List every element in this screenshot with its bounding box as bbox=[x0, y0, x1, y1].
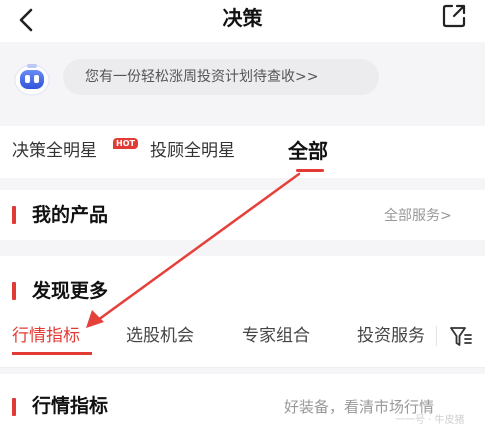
subtab-stock-picking[interactable]: 选股机会 bbox=[126, 324, 194, 348]
section-accent-bar bbox=[12, 398, 16, 416]
section-accent-bar bbox=[12, 282, 16, 300]
active-subtab-indicator bbox=[12, 352, 92, 355]
robot-avatar-icon bbox=[12, 58, 52, 98]
subtab-market-indicators[interactable]: 行情指标 bbox=[12, 324, 80, 348]
discover-more-section: 发现更多 行情指标 选股机会 专家组合 投资服务 bbox=[0, 256, 485, 368]
page-title: 决策 bbox=[222, 6, 263, 30]
active-tab-indicator bbox=[296, 169, 324, 172]
subtab-bottom-border bbox=[0, 367, 485, 368]
section-accent-bar bbox=[12, 206, 16, 224]
section-title-discover-more: 发现更多 bbox=[32, 280, 109, 302]
subtab-investment-service[interactable]: 投资服务 bbox=[357, 324, 434, 348]
section-title-market-indicators: 行情指标 bbox=[32, 395, 109, 417]
section-title-my-products: 我的产品 bbox=[32, 204, 109, 226]
tab-advisor-all-stars[interactable]: 投顾全明星 bbox=[150, 138, 235, 164]
back-arrow-icon[interactable] bbox=[14, 6, 42, 34]
all-services-link[interactable]: 全部服务> bbox=[384, 206, 452, 226]
subtab-divider bbox=[436, 326, 437, 346]
tab-decision-all-stars[interactable]: 决策全明星 bbox=[12, 138, 97, 164]
tab-all[interactable]: 全部 bbox=[288, 138, 328, 164]
promo-message-button[interactable]: 您有一份轻松涨周投资计划待查收>> bbox=[63, 59, 379, 95]
my-products-section: 我的产品 全部服务> bbox=[0, 190, 485, 240]
category-tabs: 决策全明星 HOT 投顾全明星 全部 bbox=[0, 126, 485, 178]
promo-banner: 您有一份轻松涨周投资计划待查收>> bbox=[0, 42, 485, 120]
top-bar: 决策 bbox=[0, 0, 485, 42]
promo-message-text: 您有一份轻松涨周投资计划待查收>> bbox=[85, 69, 319, 85]
subtab-expert-portfolio[interactable]: 专家组合 bbox=[242, 324, 310, 348]
hot-badge: HOT bbox=[113, 138, 138, 149]
filter-icon[interactable] bbox=[449, 326, 473, 348]
watermark: 一一号 · 牛皮猪 bbox=[395, 415, 465, 426]
share-icon[interactable] bbox=[440, 2, 468, 30]
